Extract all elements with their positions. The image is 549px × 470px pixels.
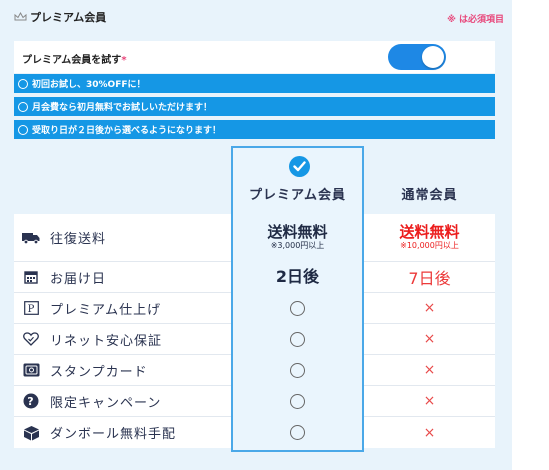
required-note: ※ は必須項目: [447, 15, 504, 25]
premium-cell: [231, 355, 364, 385]
normal-cell: 送料無料 ※10,000円以上: [364, 214, 495, 261]
unavailable-cross-icon: ×: [423, 300, 436, 316]
available-circle-icon: [290, 300, 305, 316]
feature-label: 限定キャンペーン: [50, 395, 162, 411]
table-row: ダンボール無料手配 ×: [14, 417, 495, 448]
normal-note: ※10,000円以上: [400, 241, 459, 250]
premium-note: ※3,000円以上: [270, 241, 325, 250]
crown-icon: [14, 12, 27, 21]
normal-cell: ×: [364, 324, 495, 354]
feature-cell: お届け日: [22, 262, 106, 292]
feature-label: ダンボール無料手配: [50, 427, 177, 442]
feature-label: スタンプカード: [50, 364, 148, 380]
available-circle-icon: [290, 331, 305, 347]
heart-icon: [22, 331, 40, 347]
table-row: P プレミアム仕上げ ×: [14, 293, 495, 324]
benefit-item: 初回お試し、30%OFFに！: [14, 74, 495, 93]
premium-cell: [231, 417, 364, 448]
normal-value: 送料無料: [399, 223, 460, 241]
stamp-card-icon: [22, 362, 40, 378]
premium-cell: [231, 293, 364, 323]
premium-membership-panel: プレミアム会員 ※ は必須項目 プレミアム会員を試す* 初回お試し、30%OFF…: [0, 0, 512, 470]
feature-label: 往復送料: [50, 232, 107, 247]
table-row: お届け日 2日後 7日後: [14, 262, 495, 293]
unavailable-cross-icon: ×: [423, 393, 436, 409]
premium-column-header: プレミアム会員: [248, 188, 347, 203]
benefit-text: 初回お試し、30%OFFに！: [32, 80, 146, 90]
normal-cell: 7日後: [364, 262, 495, 292]
section-title: プレミアム会員: [30, 11, 107, 24]
benefit-item: 月会費なら初月無料でお試しいただけます！: [14, 97, 495, 116]
table-row: 往復送料 送料無料 ※3,000円以上 送料無料 ※10,000円以上: [14, 214, 495, 262]
feature-cell: ? 限定キャンペーン: [22, 386, 161, 416]
question-icon: ?: [22, 393, 40, 409]
feature-label: リネット安心保証: [50, 333, 163, 349]
normal-cell: ×: [364, 355, 495, 385]
premium-cell: [231, 324, 364, 354]
benefit-item: 受取り日が２日後から選べるようになります！: [14, 120, 495, 139]
section-header: プレミアム会員: [14, 9, 106, 25]
available-circle-icon: [290, 425, 305, 440]
comparison-table: プレミアム会員 通常会員 往復送料 送料無料 ※3,000円以上 送料無料 ※1…: [14, 146, 495, 456]
table-row: リネット安心保証 ×: [14, 324, 495, 355]
benefit-text: 受取り日が２日後から選べるようになります！: [32, 126, 222, 136]
toggle-knob: [422, 46, 444, 68]
table-row: スタンプカード ×: [14, 355, 495, 386]
normal-column-header: 通常会員: [401, 188, 458, 203]
truck-icon: [22, 230, 40, 246]
normal-value: 7日後: [408, 269, 451, 288]
trial-toggle[interactable]: [388, 44, 446, 70]
svg-text:?: ?: [27, 395, 34, 408]
feature-cell: 往復送料: [22, 214, 106, 261]
circle-icon: [18, 101, 28, 112]
p-badge-icon: P: [22, 300, 40, 316]
available-circle-icon: [290, 362, 305, 378]
svg-text:P: P: [27, 304, 35, 315]
benefit-text: 月会費なら初月無料でお試しいただけます！: [32, 103, 213, 113]
feature-cell: P プレミアム仕上げ: [22, 293, 161, 323]
check-icon: [289, 156, 310, 177]
normal-cell: ×: [364, 386, 495, 416]
circle-icon: [18, 78, 28, 89]
premium-value: 2日後: [275, 267, 320, 286]
premium-cell: 送料無料 ※3,000円以上: [231, 214, 364, 261]
unavailable-cross-icon: ×: [423, 331, 436, 347]
feature-label: お届け日: [50, 271, 107, 287]
unavailable-cross-icon: ×: [423, 362, 436, 378]
required-asterisk: *: [121, 55, 127, 66]
trial-label-text: プレミアム会員を試す: [22, 55, 122, 66]
feature-cell: スタンプカード: [22, 355, 148, 385]
premium-cell: [231, 386, 364, 416]
normal-cell: ×: [364, 417, 495, 448]
box-icon: [22, 425, 40, 441]
circle-icon: [18, 124, 28, 135]
premium-cell: 2日後: [231, 262, 364, 292]
feature-label: プレミアム仕上げ: [50, 302, 162, 318]
table-row: ? 限定キャンペーン ×: [14, 386, 495, 417]
premium-value: 送料無料: [267, 223, 328, 241]
feature-cell: ダンボール無料手配: [22, 417, 176, 448]
feature-cell: リネット安心保証: [22, 324, 162, 354]
unavailable-cross-icon: ×: [423, 424, 436, 441]
calendar-icon: [22, 269, 40, 285]
available-circle-icon: [290, 393, 305, 409]
normal-cell: ×: [364, 293, 495, 323]
trial-label: プレミアム会員を試す*: [22, 51, 127, 66]
